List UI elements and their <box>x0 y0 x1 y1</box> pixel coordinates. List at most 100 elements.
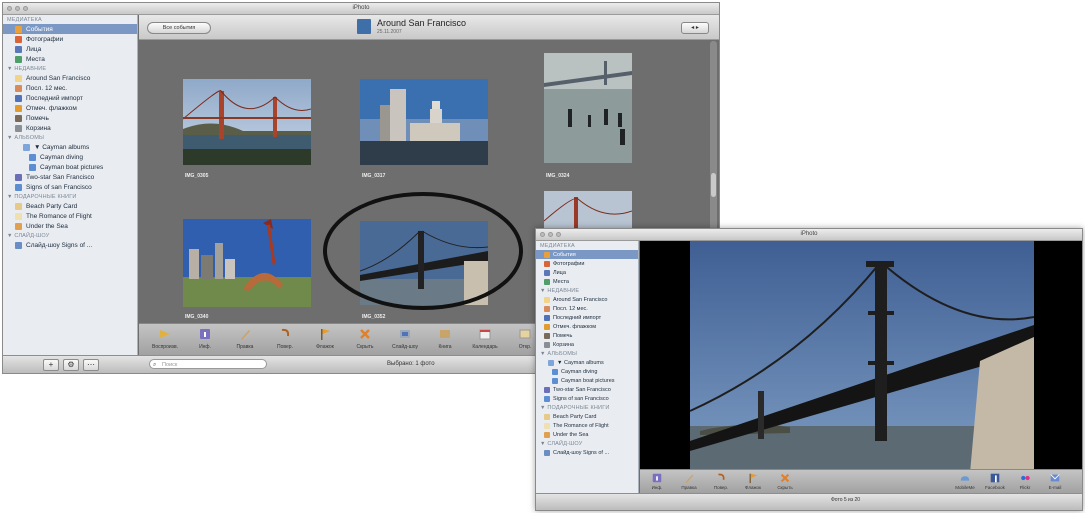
bay-bridge-large-photo <box>640 241 1082 470</box>
settings-gear-button[interactable]: ⚙ <box>63 359 79 371</box>
sidebar-item[interactable]: Посл. 12 мес. <box>536 304 638 313</box>
sidebar-item[interactable]: Лица <box>536 268 638 277</box>
search-field[interactable]: ⌕ Поиск <box>149 359 267 369</box>
toolbar-button[interactable]: Календарь <box>467 327 503 350</box>
sidebar-item[interactable]: Cayman boat pictures <box>536 376 638 385</box>
toolbar-button[interactable]: Инф. <box>187 327 223 350</box>
sidebar-section-header[interactable]: ▼ ПОДАРОЧНЫЕ КНИГИ <box>536 403 638 412</box>
sidebar-item[interactable]: Signs of san Francisco <box>3 182 137 192</box>
sidebar-section-header[interactable]: ▼ ПОДАРОЧНЫЕ КНИГИ <box>3 192 137 201</box>
calendar-book-icon <box>544 431 550 438</box>
toolbar-button[interactable]: Слайд-шоу <box>387 327 423 350</box>
sidebar-item[interactable]: Around San Francisco <box>3 73 137 83</box>
sidebar-item-label: ▼ Cayman albums <box>557 359 604 366</box>
sidebar-item[interactable]: Cayman diving <box>3 152 137 162</box>
sidebar-item[interactable]: Посл. 12 мес. <box>3 83 137 93</box>
sidebar-item-label: Последний импорт <box>553 314 602 321</box>
toolbar-button[interactable]: Facebook <box>982 472 1008 490</box>
toolbar-button[interactable]: Повер. <box>708 472 734 490</box>
sidebar-item[interactable]: Корзина <box>536 340 638 349</box>
import-icon <box>544 314 550 321</box>
sidebar-item[interactable]: Места <box>3 54 137 64</box>
photo-thumbnail[interactable] <box>544 53 632 163</box>
toolbar-button[interactable]: Повер. <box>267 327 303 350</box>
sidebar-item[interactable]: Cayman boat pictures <box>3 162 137 172</box>
sidebar-section-header[interactable]: ▼ СЛАЙД-ШОУ <box>3 231 137 240</box>
all-events-button[interactable]: Все события <box>147 22 211 34</box>
sidebar-item-label: События <box>553 251 576 258</box>
sidebar-item[interactable]: Two-star San Francisco <box>3 172 137 182</box>
sidebar-item[interactable]: Signs of san Francisco <box>536 394 638 403</box>
close-window-button[interactable] <box>540 232 545 237</box>
toolbar-button[interactable]: Правка <box>676 472 702 490</box>
sidebar-item[interactable]: Корзина <box>3 123 137 133</box>
toolbar-button[interactable]: Скрыть <box>772 472 798 490</box>
sidebar-item-label: Посл. 12 мес. <box>553 305 588 312</box>
smart-album-icon <box>15 183 22 191</box>
golden-gate-photo <box>183 79 311 165</box>
sidebar-item[interactable]: Under the Sea <box>536 430 638 439</box>
toolbar-button[interactable]: E-mail <box>1042 472 1068 490</box>
sidebar-item[interactable]: ▼ Cayman albums <box>3 142 137 152</box>
toolbar-button[interactable]: Правка <box>227 327 263 350</box>
photo-thumbnail[interactable] <box>183 79 311 165</box>
toolbar-button[interactable]: MobileMe <box>952 472 978 490</box>
sidebar-item[interactable]: Cayman diving <box>536 367 638 376</box>
sidebar-item[interactable]: Around San Francisco <box>536 295 638 304</box>
sidebar-item[interactable]: Помечь <box>536 331 638 340</box>
zoom-window-button[interactable] <box>23 6 28 11</box>
sidebar-item[interactable]: Beach Party Card <box>3 201 137 211</box>
photo-thumbnail[interactable] <box>360 79 488 165</box>
sidebar-item[interactable]: Места <box>536 277 638 286</box>
sidebar-item[interactable]: Two-star San Francisco <box>536 385 638 394</box>
toolbar-button[interactable]: Флажок <box>307 327 343 350</box>
add-button[interactable]: + <box>43 359 59 371</box>
sidebar-item[interactable]: События <box>3 24 137 34</box>
sidebar-section-header[interactable]: МЕДИАТЕКА <box>536 241 638 250</box>
scrollbar-thumb[interactable] <box>711 173 716 197</box>
sidebar-item[interactable]: События <box>536 250 638 259</box>
toolbar-button[interactable]: Флажок <box>740 472 766 490</box>
sidebar-item[interactable]: The Romance of Flight <box>3 211 137 221</box>
minimize-window-button[interactable] <box>548 232 553 237</box>
photo-viewer[interactable] <box>640 241 1082 470</box>
sidebar-item[interactable]: Отмеч. флажком <box>3 103 137 113</box>
flickr-icon <box>1021 475 1030 481</box>
toolbar-button[interactable]: Скрыть <box>347 327 383 350</box>
photo-thumbnail[interactable] <box>183 219 311 307</box>
sidebar-item[interactable]: Under the Sea <box>3 221 137 231</box>
sidebar-section-header[interactable]: ▼ СЛАЙД-ШОУ <box>536 439 638 448</box>
sidebar-item[interactable]: Слайд-шоу Signs of ... <box>536 448 638 457</box>
sidebar-item[interactable]: Отмеч. флажком <box>536 322 638 331</box>
prev-next-event-buttons[interactable]: ◂ ▸ <box>681 22 709 34</box>
sidebar-item[interactable]: Лица <box>3 44 137 54</box>
toolbar-button[interactable]: Воспроизв. <box>147 327 183 350</box>
toolbar-button[interactable]: Инф. <box>644 472 670 490</box>
close-window-button[interactable] <box>7 6 12 11</box>
sidebar-item[interactable]: Beach Party Card <box>536 412 638 421</box>
sidebar-item[interactable]: Последний импорт <box>536 313 638 322</box>
toolbar-button[interactable]: Книга <box>427 327 463 350</box>
zoom-window-button[interactable] <box>556 232 561 237</box>
photo-thumbnail-selected[interactable] <box>360 221 488 305</box>
sidebar-item[interactable]: ▼ Cayman albums <box>536 358 638 367</box>
sidebar-item[interactable]: Слайд-шоу Signs of ... <box>3 240 137 250</box>
sidebar-item[interactable]: Последний импорт <box>3 93 137 103</box>
faces-icon <box>544 269 550 276</box>
more-options-button[interactable]: ⋯ <box>83 359 99 371</box>
toolbar-button[interactable]: Flickr <box>1012 472 1038 490</box>
minimize-window-button[interactable] <box>15 6 20 11</box>
sidebar-section-header[interactable]: ▼ АЛЬБОМЫ <box>536 349 638 358</box>
sidebar-section-header[interactable]: МЕДИАТЕКА <box>3 15 137 24</box>
sidebar-item-label: Места <box>26 55 45 63</box>
sidebar-item[interactable]: Помечь <box>3 113 137 123</box>
rotate-icon <box>281 328 290 337</box>
sidebar-section-header[interactable]: ▼ НЕДАВНИЕ <box>536 286 638 295</box>
sidebar-section-header[interactable]: ▼ НЕДАВНИЕ <box>3 64 137 73</box>
source-list-sidebar: МЕДИАТЕКА События Фотографии Лица Места ▼ НЕД… <box>3 15 138 356</box>
sidebar-item[interactable]: Фотографии <box>536 259 638 268</box>
sidebar-item[interactable]: The Romance of Flight <box>536 421 638 430</box>
sidebar-item[interactable]: Фотографии <box>3 34 137 44</box>
sidebar-section-header[interactable]: ▼ АЛЬБОМЫ <box>3 133 137 142</box>
sidebar-item-label: Фотографии <box>553 260 585 267</box>
